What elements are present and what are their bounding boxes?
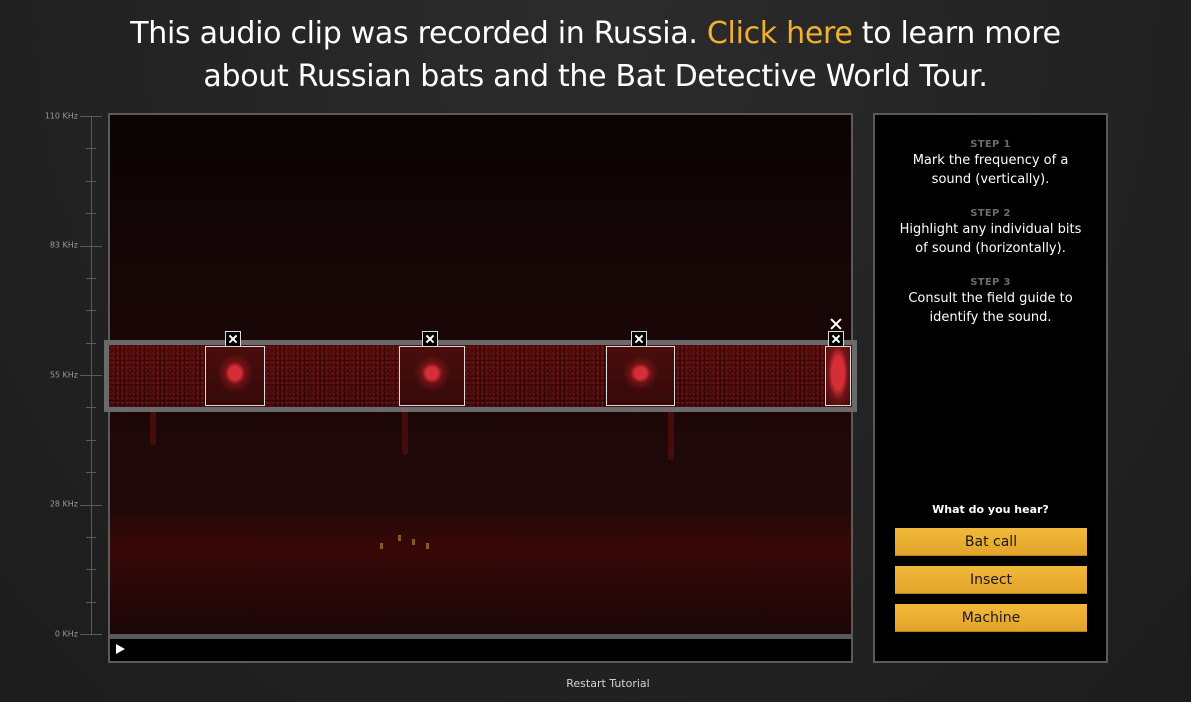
question-label: What do you hear? (932, 503, 1049, 516)
step-label: STEP 3 (970, 277, 1011, 288)
remove-bit-icon[interactable] (422, 331, 438, 347)
axis-label-83: 83 KHz (49, 240, 78, 250)
step-label: STEP 1 (970, 139, 1011, 150)
learn-more-link[interactable]: Click here (707, 16, 853, 51)
axis-tick (86, 407, 96, 409)
restart-tutorial-link[interactable]: Restart Tutorial (0, 677, 1191, 690)
frequency-axis: 110 KHz 83 KHz 55 KHz 28 KHz 0 KHz (0, 110, 104, 640)
remove-bit-icon[interactable] (631, 331, 647, 347)
remove-bit-icon[interactable] (225, 331, 241, 347)
step-2: STEP 2 Highlight any individual bits of … (875, 208, 1106, 258)
headline: This audio clip was recorded in Russia. … (0, 12, 1191, 98)
axis-tick (86, 310, 96, 312)
axis-tick (80, 504, 102, 506)
axis-tick (86, 342, 96, 344)
machine-button[interactable]: Machine (895, 604, 1087, 632)
axis-tick (80, 634, 102, 635)
step-1: STEP 1 Mark the frequency of a sound (ve… (875, 139, 1106, 189)
axis-label-28: 28 KHz (49, 499, 78, 509)
axis-tick (86, 472, 96, 474)
headline-line-1: This audio clip was recorded in Russia. … (0, 12, 1191, 55)
axis-tick (80, 116, 102, 117)
noise-spot (426, 543, 429, 549)
sound-bit-highlight[interactable] (399, 346, 465, 406)
sound-bit-highlight[interactable] (825, 346, 851, 406)
axis-tick (86, 277, 96, 279)
axis-tick (80, 375, 102, 376)
step-text: Highlight any individual bits of sound (… (899, 222, 1082, 256)
noise-spot (380, 543, 383, 549)
axis-tick (86, 148, 96, 150)
noise-spot (398, 535, 401, 541)
instructions-panel: STEP 1 Mark the frequency of a sound (ve… (873, 113, 1108, 663)
step-text: Consult the field guide to identify the … (908, 291, 1073, 325)
sound-bit-highlight[interactable] (205, 346, 265, 406)
axis-label-55: 55 KHz (49, 370, 78, 380)
play-icon[interactable] (116, 644, 125, 654)
step-text: Mark the frequency of a sound (verticall… (912, 153, 1069, 187)
axis-tick (86, 569, 96, 571)
headline-line-2: about Russian bats and the Bat Detective… (203, 59, 988, 94)
player-controls (110, 639, 851, 661)
axis-tick (86, 180, 96, 182)
axis-tick (80, 245, 102, 247)
step-label: STEP 2 (970, 208, 1011, 219)
axis-label-0: 0 KHz (54, 629, 78, 639)
bat-call-button[interactable]: Bat call (895, 528, 1087, 556)
headline-text-before: This audio clip was recorded in Russia. (130, 16, 707, 51)
step-3: STEP 3 Consult the field guide to identi… (875, 277, 1106, 327)
axis-tick (86, 213, 96, 215)
headline-text-after: to learn more (852, 16, 1061, 51)
noise-spot (412, 539, 415, 545)
insect-button[interactable]: Insect (895, 566, 1087, 594)
remove-bit-icon[interactable] (828, 331, 844, 347)
axis-label-110: 110 KHz (44, 111, 78, 121)
axis-tick (86, 439, 96, 441)
axis-tick (86, 601, 96, 603)
axis-tick (86, 536, 96, 538)
sound-bit-highlight[interactable] (606, 346, 675, 406)
remove-band-icon[interactable] (830, 318, 842, 330)
